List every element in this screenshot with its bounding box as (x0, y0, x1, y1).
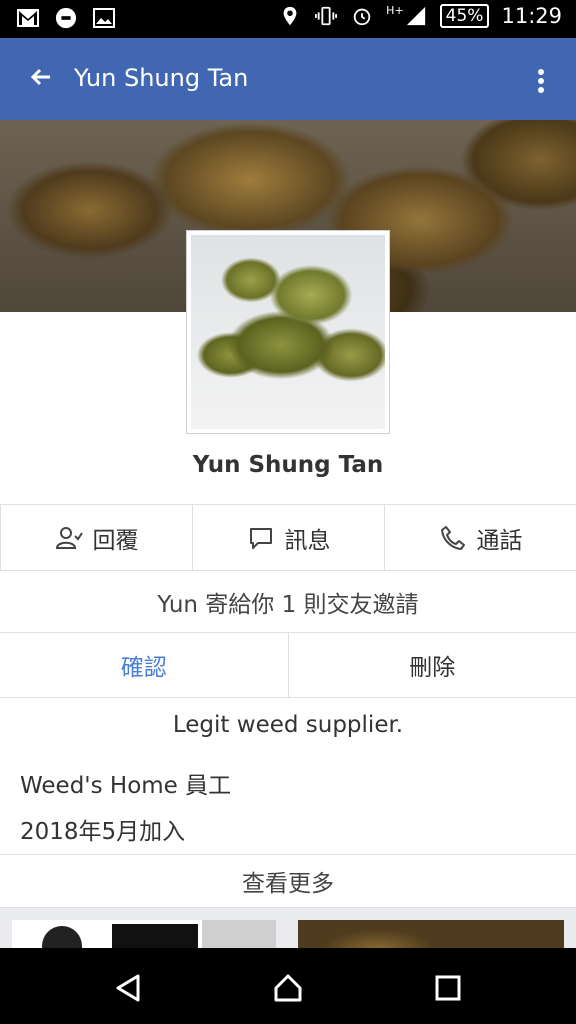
clock: 11:29 (501, 4, 562, 28)
photo-thumbnail[interactable] (12, 920, 276, 948)
more-vert-icon[interactable] (536, 68, 546, 94)
friend-request-buttons: 確認 刪除 (0, 632, 576, 698)
arrow-left-icon[interactable] (26, 62, 56, 92)
message-button[interactable]: 訊息 (193, 505, 385, 570)
call-label: 通話 (476, 527, 523, 554)
home-icon[interactable] (272, 972, 304, 1004)
person-check-icon (55, 526, 83, 549)
page-title: Yun Shung Tan (74, 64, 249, 92)
status-bar: H+ 45% 11:29 (0, 0, 576, 38)
profile-name: Yun Shung Tan (192, 452, 384, 478)
joined-info: 2018年5月加入 (20, 819, 186, 845)
respond-button[interactable]: 回覆 (0, 505, 193, 570)
location-icon (283, 6, 297, 26)
call-button[interactable]: 通話 (385, 505, 576, 570)
friend-request-text: Yun 寄給你 1 則交友邀請 (0, 570, 576, 633)
photos-strip (0, 908, 576, 948)
work-info: Weed's Home 員工 (20, 773, 232, 799)
confirm-button[interactable]: 確認 (0, 633, 289, 697)
gmail-icon (17, 9, 39, 27)
network-type: H+ (386, 4, 404, 17)
photo-thumbnail[interactable] (298, 920, 564, 948)
bio: Legit weed supplier. (172, 712, 404, 738)
recents-icon[interactable] (432, 972, 464, 1004)
see-more-button[interactable]: 查看更多 (0, 854, 576, 908)
system-nav-bar (0, 948, 576, 1024)
battery-icon: 45% (439, 4, 490, 28)
respond-label: 回覆 (92, 527, 139, 554)
chat-bubble-icon (249, 527, 272, 549)
vibrate-icon (315, 6, 338, 26)
profile-picture[interactable] (186, 230, 390, 434)
back-triangle-icon[interactable] (112, 972, 144, 1004)
message-label: 訊息 (284, 527, 331, 554)
phone-icon (440, 525, 465, 550)
alarm-icon (353, 8, 371, 26)
delete-button[interactable]: 刪除 (289, 633, 576, 697)
action-bar: 回覆 訊息 通話 (0, 504, 576, 570)
app-bar: Yun Shung Tan (0, 38, 576, 120)
uber-icon (55, 7, 77, 29)
image-icon (93, 8, 115, 28)
signal-icon (406, 6, 425, 26)
